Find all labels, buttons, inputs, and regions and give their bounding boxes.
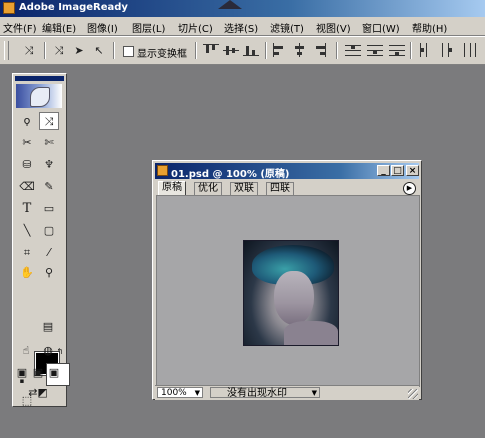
distribute-left-icon[interactable]	[418, 43, 434, 57]
rectangle-icon[interactable]: ▭	[39, 200, 59, 218]
history-brush-icon[interactable]: ♆	[39, 156, 59, 174]
lasso-select-icon[interactable]: ϙ	[17, 112, 37, 130]
palette-dock-tab[interactable]	[218, 0, 242, 9]
align-vcenter-icon[interactable]	[223, 43, 239, 57]
document-window: 01.psd @ 100% (原稿) _ □ × 原稿 优化 双联 四联 ▶ 1…	[152, 160, 422, 400]
imageready-app-icon	[3, 2, 15, 14]
menu-view[interactable]: 视图(V)	[316, 20, 351, 35]
type-icon[interactable]: T	[17, 200, 37, 218]
chevron-down-icon: ▼	[194, 389, 200, 397]
separator	[113, 42, 115, 59]
preview-pointer-icon[interactable]: ☝	[16, 342, 36, 360]
tab-options-arrow-icon[interactable]: ▶	[403, 182, 416, 195]
tab-original[interactable]: 原稿	[158, 181, 186, 196]
resize-grip[interactable]	[408, 389, 418, 399]
menu-help[interactable]: 帮助(H)	[412, 20, 447, 35]
separator	[195, 42, 197, 59]
eyedropper-icon[interactable]: ⁄	[39, 244, 59, 262]
zoom-level-value: 100%	[161, 388, 187, 398]
screen-mode-standard-icon[interactable]: ▣	[14, 364, 30, 382]
hand-icon[interactable]: ✋	[17, 264, 37, 282]
options-bar: ⤨ ⤨ ➤ ↖ 显示变换框	[0, 36, 485, 65]
tab-2-up[interactable]: 双联	[230, 182, 258, 195]
align-top-icon[interactable]	[203, 43, 219, 57]
app-title-bar: Adobe ImageReady	[0, 0, 485, 17]
separator	[44, 42, 46, 59]
screen-mode-full-menu-icon[interactable]: ▣	[30, 364, 46, 382]
maximize-icon[interactable]: □	[391, 165, 404, 176]
crop-icon[interactable]: ⌗	[17, 244, 37, 262]
hand	[284, 321, 338, 345]
chevron-down-icon: ▼	[311, 389, 317, 397]
menu-file[interactable]: 文件(F)	[3, 20, 37, 35]
toolbox-lower: ▤ ☝ ◍ ▣ ▣ ▣ ⇄◩	[12, 318, 65, 405]
menu-edit[interactable]: 编辑(E)	[42, 20, 76, 35]
separator	[336, 42, 338, 59]
toolbox-header[interactable]	[15, 76, 64, 81]
align-right-icon[interactable]	[312, 43, 328, 57]
brush-icon[interactable]: ✎	[39, 178, 59, 196]
rounded-rect-icon[interactable]: ▢	[39, 222, 59, 240]
toggle-slices-icon[interactable]: ▤	[38, 318, 58, 336]
minimize-icon[interactable]: _	[377, 165, 390, 176]
zoom-icon[interactable]: ⚲	[39, 264, 59, 282]
screen-mode-full-icon[interactable]: ▣	[46, 364, 62, 382]
move-tool-icon[interactable]: ⤨	[20, 42, 38, 59]
face	[274, 271, 314, 325]
menu-layer[interactable]: 图层(L)	[132, 20, 165, 35]
document-status-bar: 100% ▼ 没有出现水印 ▼	[155, 385, 419, 400]
move-layer-icon[interactable]: ⤨	[50, 42, 68, 59]
portrait-image	[243, 240, 339, 346]
distribute-vcenter-icon[interactable]	[367, 43, 383, 57]
path-select-icon[interactable]: ↖	[90, 42, 108, 59]
align-hcenter-icon[interactable]	[292, 43, 308, 57]
align-left-icon[interactable]	[272, 43, 288, 57]
eraser-icon[interactable]: ⌫	[17, 178, 37, 196]
view-tabs: 原稿 优化 双联 四联 ▶	[155, 180, 419, 196]
tab-4-up[interactable]: 四联	[266, 182, 294, 195]
menu-select[interactable]: 选择(S)	[224, 20, 258, 35]
document-title: 01.psd @ 100% (原稿)	[171, 169, 290, 180]
options-bar-grip[interactable]	[4, 41, 9, 60]
line-icon[interactable]: ╲	[17, 222, 37, 240]
distribute-hcenter-icon[interactable]	[440, 43, 456, 57]
watermark-status-text: 没有出现水印	[227, 388, 287, 399]
watermark-status-select[interactable]: 没有出现水印 ▼	[210, 387, 320, 399]
show-transform-checkbox[interactable]	[123, 46, 134, 57]
document-title-bar[interactable]: 01.psd @ 100% (原稿) _ □ ×	[155, 163, 419, 180]
document-canvas[interactable]	[156, 195, 420, 387]
slice-icon[interactable]: ✂	[17, 134, 37, 152]
distribute-right-icon[interactable]	[462, 43, 478, 57]
tab-optimized[interactable]: 优化	[194, 182, 222, 195]
zoom-level-select[interactable]: 100% ▼	[157, 387, 203, 398]
menu-slice[interactable]: 切片(C)	[178, 20, 213, 35]
imageready-logo-icon[interactable]	[16, 84, 62, 108]
document-icon[interactable]	[157, 165, 168, 176]
clone-stamp-icon[interactable]: ⛁	[17, 156, 37, 174]
menu-window[interactable]: 窗口(W)	[362, 20, 400, 35]
distribute-bottom-icon[interactable]	[389, 43, 405, 57]
separator	[410, 42, 412, 59]
application-window: Adobe ImageReady 文件(F) 编辑(E) 图像(I) 图层(L)…	[0, 0, 485, 438]
align-bottom-icon[interactable]	[243, 43, 259, 57]
app-title: Adobe ImageReady	[19, 2, 128, 13]
distribute-top-icon[interactable]	[345, 43, 361, 57]
menu-filter[interactable]: 滤镜(T)	[270, 20, 304, 35]
show-transform-label: 显示变换框	[137, 49, 187, 60]
separator	[265, 42, 267, 59]
preview-browser-icon[interactable]: ◍	[38, 342, 58, 360]
direct-select-icon[interactable]: ➤	[70, 42, 88, 59]
slice-select-icon[interactable]: ✄	[39, 134, 59, 152]
move-icon[interactable]: ⤨	[39, 112, 59, 130]
close-icon[interactable]: ×	[406, 165, 419, 176]
jump-to-photoshop-icon[interactable]: ⇄◩	[18, 384, 58, 402]
menu-image[interactable]: 图像(I)	[87, 20, 118, 35]
menu-bar: 文件(F) 编辑(E) 图像(I) 图层(L) 切片(C) 选择(S) 滤镜(T…	[0, 17, 485, 36]
